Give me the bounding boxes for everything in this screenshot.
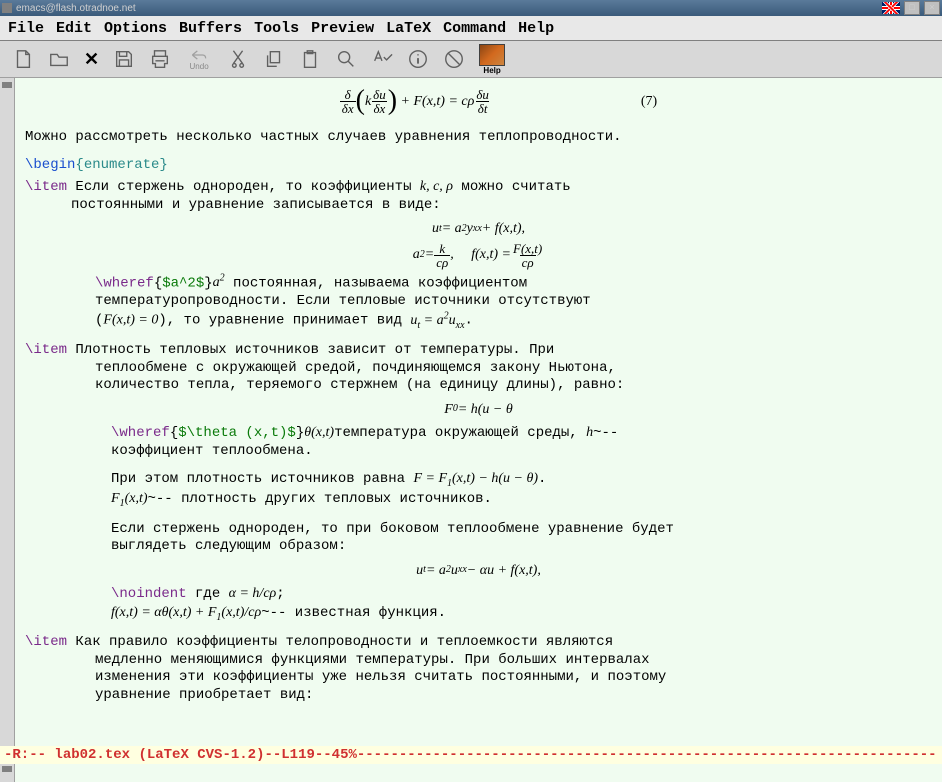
window-icon (2, 3, 12, 13)
search-icon[interactable] (335, 48, 357, 70)
editor-content[interactable]: δδx ( k δuδx ) + F(x,t) = cρ δuδt (7) Мо… (15, 78, 942, 746)
item1-eq2: a2 = kcρ, f(x,t) = F(x,t)cρ (25, 242, 932, 269)
menu-latex[interactable]: LaTeX (386, 20, 431, 37)
item-1: \item Если стержень однороден, то коэффи… (25, 178, 932, 214)
minibuffer-gutter-mark (2, 766, 12, 772)
undo-label: Undo (190, 62, 209, 71)
gutter (0, 78, 15, 746)
minibuffer-gutter (0, 764, 15, 782)
item1-eq1: ut = a2yxx + f(x,t), (25, 220, 932, 238)
item-3: \item Как правило коэффициенты телопрово… (25, 634, 932, 704)
maximize-button[interactable]: □ (904, 1, 920, 15)
new-file-icon[interactable] (12, 48, 34, 70)
help-label: Help (483, 66, 500, 75)
menu-edit[interactable]: Edit (56, 20, 92, 37)
menubar: File Edit Options Buffers Tools Preview … (0, 16, 942, 41)
paste-icon[interactable] (299, 48, 321, 70)
menu-options[interactable]: Options (104, 20, 167, 37)
intro-text: Можно рассмотреть несколько частных случ… (25, 129, 932, 147)
print-icon[interactable] (149, 48, 171, 70)
editor-area: δδx ( k δuδx ) + F(x,t) = cρ δuδt (7) Мо… (0, 78, 942, 746)
item2-p4: Если стержень однороден, то при боковом … (25, 521, 932, 556)
help-icon (479, 44, 505, 66)
minibuffer[interactable] (0, 764, 942, 782)
wheref-1: \wheref{$a^2$}a2 постоянная, называема к… (25, 273, 932, 333)
spell-icon[interactable] (371, 48, 393, 70)
cancel-icon[interactable] (443, 48, 465, 70)
open-file-icon[interactable] (48, 48, 70, 70)
cut-icon[interactable] (227, 48, 249, 70)
close-button[interactable]: × (924, 1, 940, 15)
item2-p2: При этом плотность источников равна F = … (25, 470, 932, 511)
undo-button[interactable]: Undo (185, 48, 213, 71)
menu-preview[interactable]: Preview (311, 20, 374, 37)
gutter-mark (2, 82, 12, 88)
info-icon[interactable] (407, 48, 429, 70)
window-title: emacs@flash.otradnoe.net (16, 3, 136, 14)
item-2: \item Плотность тепловых источников зави… (25, 342, 932, 395)
begin-enumerate: \begin{enumerate} (25, 157, 932, 175)
toolbar: ✕ Undo Help (0, 41, 942, 78)
copy-icon[interactable] (263, 48, 285, 70)
help-button[interactable]: Help (479, 44, 505, 75)
modeline: -R:-- lab02.tex (LaTeX CVS-1.2)--L119--4… (0, 746, 942, 764)
menu-command[interactable]: Command (443, 20, 506, 37)
equation-7: δδx ( k δuδx ) + F(x,t) = cρ δuδt (7) (25, 88, 932, 115)
menu-help[interactable]: Help (518, 20, 554, 37)
save-icon[interactable] (113, 48, 135, 70)
item2-eq1: F0 = h(u − θ (25, 401, 932, 419)
menu-tools[interactable]: Tools (254, 20, 299, 37)
uk-flag-icon[interactable] (882, 2, 900, 14)
item2-eq2: ut = a2uxx − αu + f(x,t), (25, 562, 932, 580)
close-x-icon[interactable]: ✕ (84, 49, 99, 70)
wheref-2: \wheref{$\theta (x,t)$}θ(x,t)температура… (25, 424, 932, 460)
menu-file[interactable]: File (8, 20, 44, 37)
noindent-line: \noindent где α = h/cρ; f(x,t) = αθ(x,t)… (25, 585, 932, 624)
window-titlebar: emacs@flash.otradnoe.net □ × (0, 0, 942, 16)
menu-buffers[interactable]: Buffers (179, 20, 242, 37)
